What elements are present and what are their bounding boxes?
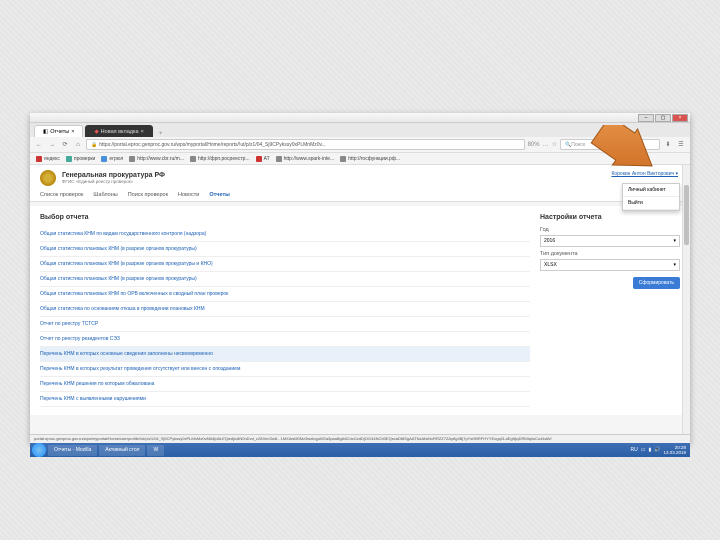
year-select[interactable]: 2016▾ (540, 235, 680, 247)
taskbar-app[interactable]: Активный стол (99, 445, 145, 456)
bookmark-item[interactable]: http://фрп.росреестр... (190, 156, 250, 162)
report-item[interactable]: Перечень КНМ в которых основные сведения… (40, 347, 530, 362)
bookmarks-bar: яндекс проверки егрюл http://www.cbr.ru/… (30, 153, 690, 165)
scroll-thumb[interactable] (684, 185, 689, 245)
reload-button[interactable]: ⟳ (60, 140, 70, 150)
bookmark-item[interactable]: АТ (256, 156, 270, 162)
report-list: Общая статистика КНМ по видам государств… (40, 227, 530, 407)
window-titlebar: – ▢ × (30, 113, 690, 123)
report-item[interactable]: Отчет по реестру ТСТСР (40, 317, 530, 332)
browser-tabbar: ◧ Отчеты × ◆ Новая вкладка × + (30, 123, 690, 137)
report-item[interactable]: Общая статистика плановых КНМ (в разрезе… (40, 257, 530, 272)
report-item[interactable]: Перечень КНМ с выявленными нарушениями (40, 392, 530, 407)
search-box[interactable]: 🔍 Поиск (560, 139, 660, 150)
tray-flag-icon[interactable]: ▭ (641, 447, 646, 453)
doctype-label: Тип документа (540, 251, 680, 257)
bookmark-star-icon[interactable]: ☆ (552, 141, 557, 148)
menu-item-logout[interactable]: Выйти (623, 197, 679, 210)
taskbar-app[interactable]: Отчеты - Mozilla (48, 445, 97, 456)
nav-item[interactable]: Список проверок (40, 192, 83, 198)
report-item[interactable]: Общая статистика плановых КНМ по ОРВ вкл… (40, 287, 530, 302)
bookmark-item[interactable]: проверки (66, 156, 95, 162)
address-bar[interactable]: 🔒 https://portal.eproc.genproc.gov.ru/wp… (86, 139, 525, 150)
report-settings-panel: Настройки отчета Год 2016▾ Тип документа… (540, 214, 680, 407)
year-label: Год (540, 227, 680, 233)
emblem-icon (40, 170, 56, 186)
bookmark-item[interactable]: яндекс (36, 156, 60, 162)
bookmark-item[interactable]: егрюл (101, 156, 123, 162)
tab-label: Отчеты (50, 129, 69, 135)
chevron-down-icon: ▾ (673, 262, 676, 268)
minimize-button[interactable]: – (638, 114, 654, 122)
org-title: Генеральная прокуратура РФ (62, 172, 165, 179)
search-placeholder: Поиск (571, 142, 585, 148)
report-item[interactable]: Общая статистика по основаниям отказа в … (40, 302, 530, 317)
section-title: Выбор отчета (40, 214, 530, 221)
tray-lang[interactable]: RU (631, 447, 638, 453)
page-content: Генеральная прокуратура РФ ФГИС «Единый … (30, 165, 690, 434)
bookmark-item[interactable]: http://www.spark-inte... (276, 156, 335, 162)
maximize-button[interactable]: ▢ (655, 114, 671, 122)
report-item[interactable]: Общая статистика КНМ по видам государств… (40, 227, 530, 242)
report-selection-panel: Выбор отчета Общая статистика КНМ по вид… (40, 214, 530, 407)
browser-statusbar: portal.eproc.genproc.gov.ru/wps/myportal… (30, 434, 690, 443)
browser-tab-active[interactable]: ◧ Отчеты × (34, 125, 83, 137)
system-tray: RU ▭ ▮ 🔊 20:28 13.03.2019 (631, 445, 691, 455)
section-title: Настройки отчета (540, 214, 680, 221)
chevron-down-icon: ▾ (673, 238, 676, 244)
downloads-icon[interactable]: ⬇ (663, 140, 673, 150)
user-dropdown-menu: Личный кабинет Выйти (622, 183, 680, 211)
nav-item[interactable]: Поиск проверок (128, 192, 168, 198)
tab-favicon: ◧ (43, 129, 48, 135)
tab-favicon: ◆ (94, 129, 98, 135)
close-button[interactable]: × (672, 114, 688, 122)
bookmark-item[interactable]: http://госфункции.рф... (340, 156, 400, 162)
org-subtitle: ФГИС «Единый реестр проверок» (62, 179, 165, 184)
lock-icon: 🔒 (91, 142, 97, 148)
nav-item[interactable]: Новости (178, 192, 199, 198)
nav-item-active[interactable]: Отчеты (209, 192, 230, 198)
library-icon[interactable]: ☰ (676, 140, 686, 150)
forward-button[interactable]: → (47, 140, 57, 150)
start-button[interactable] (32, 443, 46, 457)
tab-close-icon[interactable]: × (141, 129, 144, 135)
url-zoom: 80% (528, 142, 540, 148)
taskbar-app[interactable]: W (147, 445, 164, 456)
windows-taskbar: Отчеты - Mozilla Активный стол W RU ▭ ▮ … (30, 443, 690, 457)
tab-close-icon[interactable]: × (71, 129, 74, 135)
tab-label: Новая вкладка (101, 129, 139, 135)
browser-window: – ▢ × ◧ Отчеты × ◆ Новая вкладка × + ← →… (30, 113, 690, 443)
browser-tab[interactable]: ◆ Новая вкладка × (85, 125, 152, 137)
doctype-select[interactable]: XLSX▾ (540, 259, 680, 271)
site-header: Генеральная прокуратура РФ ФГИС «Единый … (30, 165, 690, 189)
home-button[interactable]: ⌂ (73, 140, 83, 150)
vertical-scrollbar[interactable] (682, 165, 690, 434)
report-item[interactable]: Перечень КНМ решения по которым обжалова… (40, 377, 530, 392)
report-item[interactable]: Общая статистика плановых КНМ (в разрезе… (40, 242, 530, 257)
browser-toolbar: ← → ⟳ ⌂ 🔒 https://portal.eproc.genproc.g… (30, 137, 690, 153)
report-item[interactable]: Общая статистика плановых КНМ (в разрезе… (40, 272, 530, 287)
main-nav: Список проверок Шаблоны Поиск проверок Н… (30, 189, 690, 202)
report-item[interactable]: Отчет по реестру резидентов СЭЗ (40, 332, 530, 347)
url-text: https://portal.eproc.genproc.gov.ru/wps/… (99, 142, 326, 148)
generate-button[interactable]: Сформировать (633, 277, 680, 289)
tray-network-icon[interactable]: ▮ (648, 447, 651, 453)
back-button[interactable]: ← (34, 140, 44, 150)
nav-item[interactable]: Шаблоны (93, 192, 117, 198)
bookmark-item[interactable]: http://www.cbr.ru/m... (129, 156, 184, 162)
tray-clock[interactable]: 20:28 13.03.2019 (663, 445, 686, 455)
report-item[interactable]: Перечень КНМ в которых результат проведе… (40, 362, 530, 377)
tray-volume-icon[interactable]: 🔊 (654, 447, 660, 453)
user-name-link[interactable]: Корокин Антон Викторович ▾ (611, 171, 678, 177)
menu-item-profile[interactable]: Личный кабинет (623, 184, 679, 197)
